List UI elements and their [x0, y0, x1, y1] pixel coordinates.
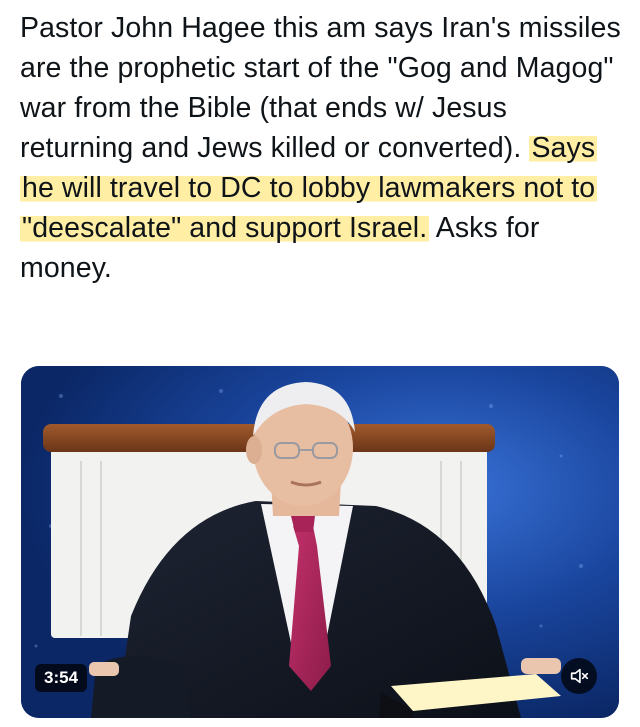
- post-text: Pastor John Hagee this am says Iran's mi…: [20, 8, 626, 288]
- speaker-muted-icon: [570, 668, 589, 684]
- mute-button[interactable]: [561, 658, 597, 694]
- video-duration-badge: 3:54: [35, 664, 88, 692]
- video-player[interactable]: 3:54: [21, 366, 619, 718]
- video-frame: [21, 366, 619, 718]
